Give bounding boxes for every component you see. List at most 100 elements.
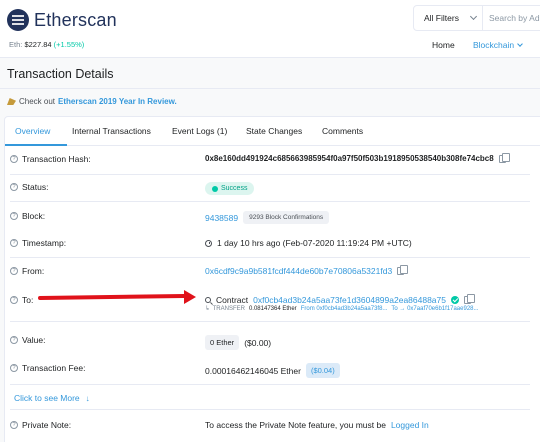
nav-blockchain-label: Blockchain	[473, 40, 515, 50]
nav-blockchain[interactable]: Blockchain	[473, 40, 523, 50]
tab-internal-transactions[interactable]: Internal Transactions	[72, 126, 151, 136]
eth-price: $227.84	[24, 40, 52, 49]
row-value: 9438589 9293 Block Confirmations	[205, 211, 330, 224]
status-badge: Success	[205, 182, 255, 195]
arrow-shaft	[37, 293, 187, 301]
sponsor-link[interactable]: Etherscan 2019 Year In Review.	[58, 97, 177, 106]
transfer-arrow-icon: ┕	[205, 307, 209, 313]
eth-price-ticker: Eth: $227.84 (+1.55%)	[9, 40, 84, 49]
to-contract-link[interactable]: 0xf0cb4ad3b24a5aa73fe1d3604899a2ea86488a…	[253, 295, 446, 305]
tab-overview[interactable]: Overview	[15, 126, 50, 136]
etherscan-logo-icon	[7, 9, 29, 31]
row-value: 0 Ether ($0.00)	[205, 335, 271, 350]
row-status: ? Status: Success	[0, 177, 540, 201]
tab-bar: Overview Internal Transactions Event Log…	[5, 117, 540, 146]
clock-icon	[205, 239, 212, 247]
check-circle-icon	[212, 185, 218, 192]
status-text: Success	[221, 185, 248, 192]
tab-comments[interactable]: Comments	[322, 126, 363, 136]
transfer-label: TRANSFER	[212, 306, 245, 312]
row-block: ? Block: 9438589 9293 Block Confirmations	[0, 206, 540, 230]
fee-amount: 0.00016462146045 Ether	[205, 365, 301, 376]
question-icon[interactable]: ?	[10, 212, 18, 220]
internal-transfer-line: ┕ TRANSFER 0.08147364 Ether From 0xf0cb4…	[205, 306, 479, 313]
copy-icon[interactable]	[498, 152, 510, 163]
from-address-link[interactable]: 0x6cdf9c9a9b581fcdf444de60b7e70806a5321f…	[205, 266, 392, 276]
block-number-link[interactable]: 9438589	[205, 213, 238, 223]
page-title: Transaction Details	[7, 67, 114, 81]
divider	[10, 257, 530, 258]
tab-state-changes[interactable]: State Changes	[246, 126, 302, 136]
login-link[interactable]: Logged In	[391, 420, 429, 430]
transfer-from-link[interactable]: From 0xf0cb4ad3b24a5aa73f8...	[301, 306, 388, 313]
row-transaction-fee: ? Transaction Fee: 0.00016462146045 Ether…	[0, 358, 540, 382]
question-icon[interactable]: ?	[10, 421, 18, 429]
search-input[interactable]	[483, 5, 540, 31]
row-value: Contract 0xf0cb4ad3b24a5aa73fe1d3604899a…	[205, 294, 475, 305]
divider	[10, 384, 530, 385]
row-label: ? Transaction Hash:	[10, 154, 91, 164]
nav-home[interactable]: Home	[432, 40, 455, 50]
label-text: Transaction Fee:	[22, 363, 86, 373]
question-icon[interactable]: ?	[10, 296, 18, 304]
row-label: ? Private Note:	[10, 420, 71, 430]
row-value: 1 day 10 hrs ago (Feb-07-2020 11:19:24 P…	[205, 238, 412, 248]
row-value: ? Value: 0 Ether ($0.00)	[0, 330, 540, 354]
verified-check-icon	[451, 296, 459, 304]
search-filter-dropdown[interactable]: All Filters	[413, 5, 483, 31]
site-header: Etherscan Eth: $227.84 (+1.55%) All Filt…	[0, 0, 540, 58]
transfer-amount: 0.08147364 Ether	[248, 306, 297, 312]
copy-icon[interactable]	[464, 294, 475, 304]
row-value: 0x6cdf9c9a9b581fcdf444de60b7e70806a5321f…	[205, 265, 409, 276]
row-timestamp: ? Timestamp: 1 day 10 hrs ago (Feb-07-202…	[0, 233, 540, 257]
question-icon[interactable]: ?	[10, 183, 18, 191]
row-label: ? To:	[10, 295, 33, 305]
see-more-text: Click to see More	[14, 393, 80, 403]
sponsor-prefix: Check out	[19, 97, 56, 106]
question-icon[interactable]: ?	[10, 364, 18, 372]
see-more-link[interactable]: Click to see More ↓	[14, 393, 90, 403]
row-label: ? Transaction Fee:	[10, 363, 85, 373]
eth-label: Eth:	[9, 40, 23, 49]
row-value: Success	[205, 182, 255, 195]
search-icon	[205, 297, 211, 303]
logo-text: Etherscan	[34, 9, 117, 30]
row-value: 0.00016462146045 Ether ($0.04)	[205, 363, 340, 378]
confirmations-badge: 9293 Block Confirmations	[243, 211, 330, 224]
contract-prefix: Contract	[216, 295, 249, 305]
chevron-down-icon	[517, 40, 523, 47]
label-text: To:	[22, 295, 34, 305]
tab-event-logs[interactable]: Event Logs (1)	[172, 126, 227, 136]
row-label: ? Timestamp:	[10, 238, 66, 248]
divider	[10, 409, 530, 410]
row-value: 0x8e160dd491924c685663985954f0a97f50f503…	[205, 152, 510, 163]
divider	[10, 321, 530, 322]
eth-change: (+1.55%)	[53, 40, 85, 49]
sponsor-banner: Check out Etherscan 2019 Year In Review.	[7, 97, 177, 106]
label-text: Block:	[22, 211, 46, 221]
label-text: From:	[22, 266, 45, 276]
filter-label: All Filters	[424, 13, 459, 23]
label-text: Transaction Hash:	[22, 154, 91, 164]
divider	[10, 201, 530, 202]
question-icon[interactable]: ?	[10, 155, 18, 163]
question-icon[interactable]: ?	[10, 239, 18, 247]
label-text: Value:	[22, 335, 46, 345]
private-note-text: To access the Private Note feature, you …	[205, 420, 386, 430]
question-icon[interactable]: ?	[10, 267, 18, 275]
etherscan-logo[interactable]: Etherscan	[7, 9, 117, 31]
chevron-down-icon	[469, 12, 478, 21]
transfer-to-link[interactable]: To → 0x7aaf70e6b1f17aae928...	[391, 306, 478, 313]
row-from: ? From: 0x6cdf9c9a9b581fcdf444de60b7e7080…	[0, 261, 540, 285]
active-tab-indicator	[5, 144, 67, 146]
arrow-down-icon: ↓	[85, 393, 90, 403]
timestamp-value: 1 day 10 hrs ago (Feb-07-2020 11:19:24 P…	[217, 238, 412, 248]
question-icon[interactable]: ?	[10, 336, 18, 344]
copy-icon[interactable]	[397, 265, 409, 275]
divider	[10, 174, 530, 175]
arrow-head	[184, 290, 196, 304]
value-amount: 0 Ether	[205, 335, 240, 350]
fee-usd: ($0.04)	[305, 363, 340, 378]
row-private-note: ? Private Note: To access the Private Not…	[0, 415, 540, 439]
row-label: ? Status:	[10, 182, 48, 192]
